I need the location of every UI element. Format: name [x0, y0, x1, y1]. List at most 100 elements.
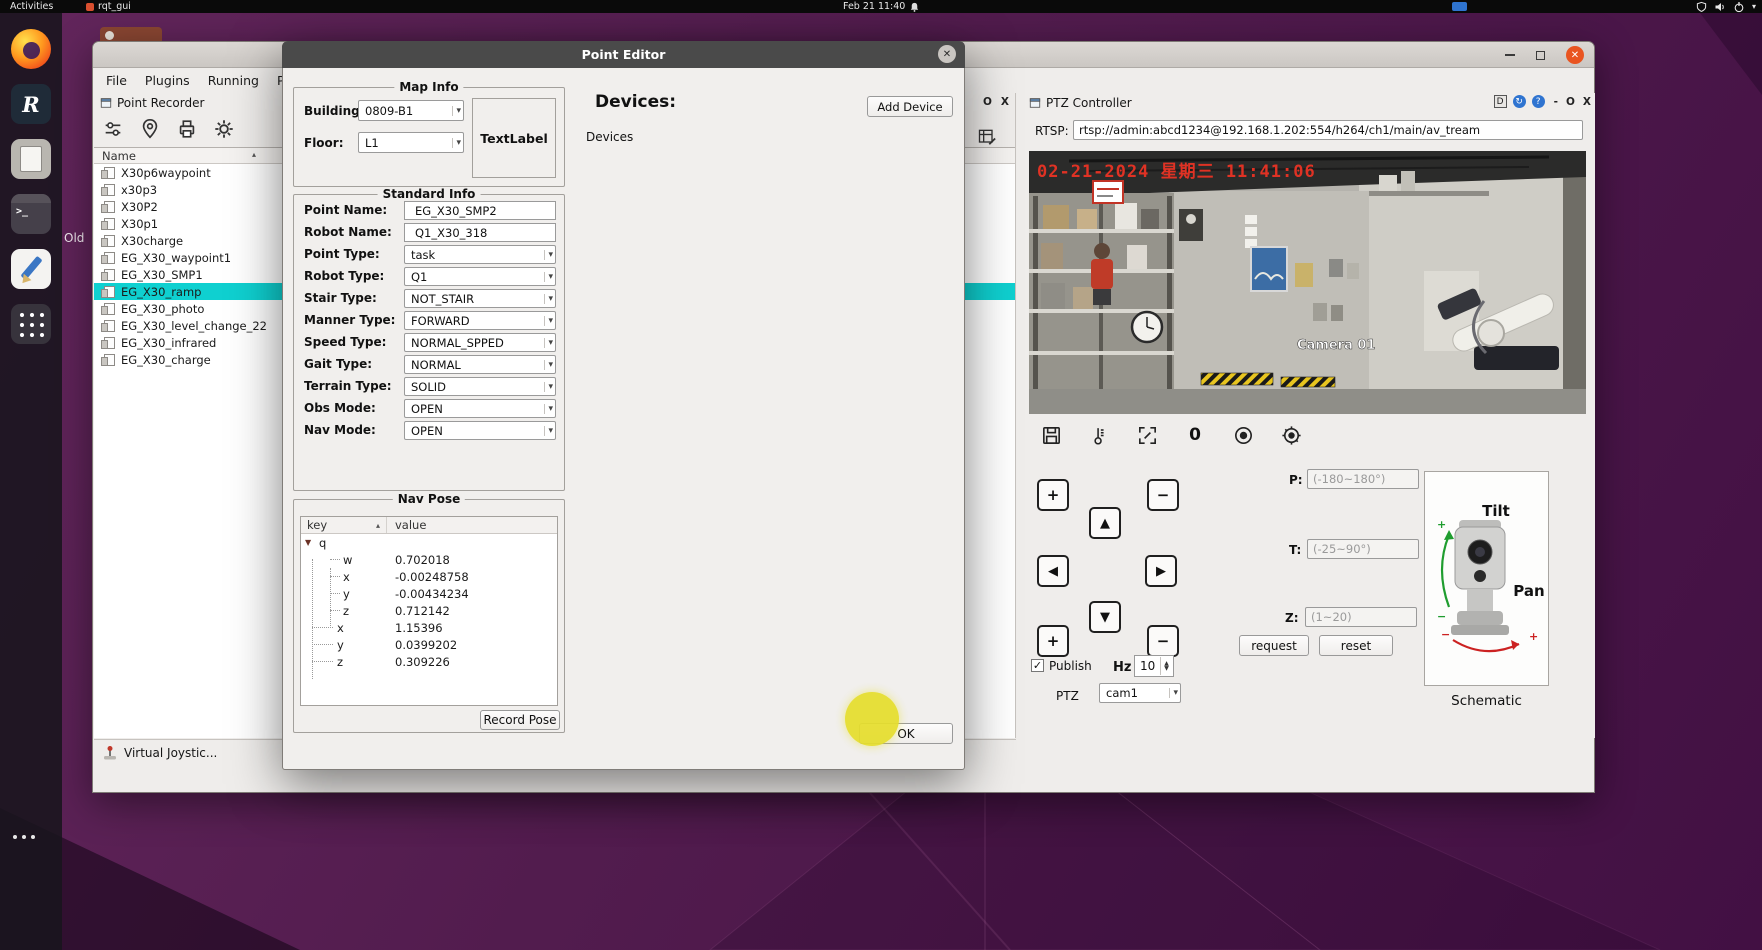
- save-snapshot-icon[interactable]: [1039, 423, 1063, 447]
- request-button[interactable]: request: [1239, 635, 1309, 656]
- dock-page-dots[interactable]: [13, 835, 35, 839]
- column-header-key[interactable]: key ▴: [301, 517, 387, 533]
- column-header-value[interactable]: value: [387, 517, 557, 533]
- focus-out-button[interactable]: −: [1147, 625, 1179, 657]
- files-icon[interactable]: [11, 139, 51, 179]
- pose-row[interactable]: y -0.00434234: [301, 585, 557, 602]
- panel-minimize-button[interactable]: -: [1554, 96, 1558, 108]
- pose-row[interactable]: w 0.702018: [301, 551, 557, 568]
- add-device-button[interactable]: Add Device: [867, 96, 953, 117]
- hz-spinner[interactable]: 10 ▲ ▼: [1134, 655, 1174, 677]
- field-label: Robot Name:: [304, 225, 392, 239]
- minimize-icon[interactable]: [1505, 54, 1515, 56]
- terrain-type-select[interactable]: SOLID ▾: [404, 377, 556, 396]
- tilt-up-button[interactable]: ▲: [1089, 507, 1121, 539]
- rtsp-input[interactable]: [1073, 120, 1583, 140]
- chevron-down-icon: ▾: [544, 315, 553, 326]
- bell-icon: [911, 2, 919, 12]
- app-indicator[interactable]: rqt_gui: [86, 0, 131, 13]
- speed-type-select[interactable]: NORMAL_SPPED ▾: [404, 333, 556, 352]
- zoom-out-button[interactable]: −: [1147, 479, 1179, 511]
- record-pose-button[interactable]: Record Pose: [480, 710, 560, 730]
- settings-sliders-icon[interactable]: [102, 118, 124, 140]
- close-icon: ✕: [942, 48, 952, 60]
- pan-left-button[interactable]: ◀: [1037, 555, 1069, 587]
- dock-button[interactable]: D: [1493, 95, 1507, 108]
- tilt-input[interactable]: [1307, 539, 1419, 559]
- ros-app-icon[interactable]: R: [11, 84, 51, 124]
- plugin-window-icon: [1029, 98, 1041, 108]
- pan-input[interactable]: [1307, 469, 1419, 489]
- ptz-schematic: Tilt + − + − Pan: [1424, 471, 1549, 686]
- firefox-icon[interactable]: [11, 29, 51, 69]
- zoom-input[interactable]: [1305, 607, 1417, 627]
- panel-float-button[interactable]: O: [983, 96, 992, 108]
- thermometer-icon[interactable]: [1087, 423, 1111, 447]
- chevron-down-icon: ▾: [544, 337, 553, 348]
- pose-row[interactable]: x 1.15396: [301, 619, 557, 636]
- panel-close-button[interactable]: X: [1583, 96, 1591, 108]
- document-icon: [101, 200, 115, 213]
- fullscreen-icon[interactable]: [1135, 423, 1159, 447]
- reset-button[interactable]: reset: [1319, 635, 1393, 656]
- pose-row[interactable]: z 0.309226: [301, 653, 557, 670]
- zoom-level-indicator[interactable]: 0: [1183, 423, 1207, 447]
- gear-icon[interactable]: [213, 118, 235, 140]
- maximize-icon[interactable]: [1536, 50, 1545, 60]
- pan-right-button[interactable]: ▶: [1145, 555, 1177, 587]
- close-button[interactable]: ✕: [1566, 46, 1584, 64]
- robot-name-input[interactable]: Q1_X30_318: [404, 223, 556, 242]
- terminal-icon[interactable]: >_: [11, 194, 51, 234]
- zoom-in-button[interactable]: +: [1037, 479, 1069, 511]
- menu-plugins[interactable]: Plugins: [136, 73, 199, 88]
- document-icon: [101, 336, 115, 349]
- help-icon[interactable]: ?: [1531, 95, 1545, 108]
- publish-checkbox[interactable]: ✓: [1031, 659, 1044, 672]
- gait-type-select[interactable]: NORMAL ▾: [404, 355, 556, 374]
- tilt-down-button[interactable]: ▼: [1089, 601, 1121, 633]
- nav-mode-select[interactable]: OPEN ▾: [404, 421, 556, 440]
- table-edit-icon[interactable]: [977, 127, 997, 147]
- text-editor-icon[interactable]: [11, 249, 51, 289]
- printer-icon[interactable]: [176, 118, 198, 140]
- pose-row[interactable]: y 0.0399202: [301, 636, 557, 653]
- screen-share-indicator[interactable]: [1452, 0, 1467, 13]
- point-type-select[interactable]: task ▾: [404, 245, 556, 264]
- robot-type-select[interactable]: Q1 ▾: [404, 267, 556, 286]
- panel-float-button[interactable]: O: [1566, 96, 1575, 108]
- nav-pose-legend: Nav Pose: [392, 492, 466, 506]
- show-apps-icon[interactable]: [11, 304, 51, 344]
- pose-row[interactable]: z 0.712142: [301, 602, 557, 619]
- manner-type-select[interactable]: FORWARD ▾: [404, 311, 556, 330]
- stair-type-select[interactable]: NOT_STAIR ▾: [404, 289, 556, 308]
- reload-icon[interactable]: ↻: [1512, 95, 1526, 108]
- pose-row[interactable]: x -0.00248758: [301, 568, 557, 585]
- waypoint-pin-icon[interactable]: [139, 118, 161, 140]
- chevron-down-icon: ▾: [544, 249, 553, 260]
- schematic-caption: Schematic: [1451, 693, 1522, 709]
- pose-row[interactable]: ▼ q: [301, 534, 557, 551]
- record-icon[interactable]: [1231, 423, 1255, 447]
- dialog-close-button[interactable]: ✕: [938, 45, 956, 63]
- menu-running[interactable]: Running: [199, 73, 268, 88]
- obs-mode-select[interactable]: OPEN ▾: [404, 399, 556, 418]
- camera-select[interactable]: cam1 ▾: [1099, 683, 1181, 703]
- hz-label: Hz: [1113, 660, 1132, 675]
- camera-settings-icon[interactable]: [1279, 423, 1303, 447]
- schematic-pan-label: Pan: [1513, 582, 1544, 600]
- field-label: Manner Type:: [304, 313, 396, 327]
- focus-in-button[interactable]: +: [1037, 625, 1069, 657]
- point-name-input[interactable]: EG_X30_SMP2: [404, 201, 556, 220]
- app-indicator-icon: [86, 2, 94, 11]
- system-tray[interactable]: ▾: [1696, 0, 1756, 13]
- building-select[interactable]: 0809-B1 ▾: [358, 100, 464, 121]
- dialog-titlebar[interactable]: Point Editor ✕: [282, 41, 965, 68]
- document-icon: [101, 183, 115, 196]
- clock[interactable]: Feb 21 11:40: [843, 0, 920, 13]
- expander-icon[interactable]: ▼: [305, 538, 311, 547]
- spinner-arrows-icon[interactable]: ▲ ▼: [1160, 657, 1172, 675]
- activities-button[interactable]: Activities: [10, 0, 53, 13]
- floor-select[interactable]: L1 ▾: [358, 132, 464, 153]
- menu-file[interactable]: File: [97, 73, 136, 88]
- panel-close-button[interactable]: X: [1001, 96, 1009, 108]
